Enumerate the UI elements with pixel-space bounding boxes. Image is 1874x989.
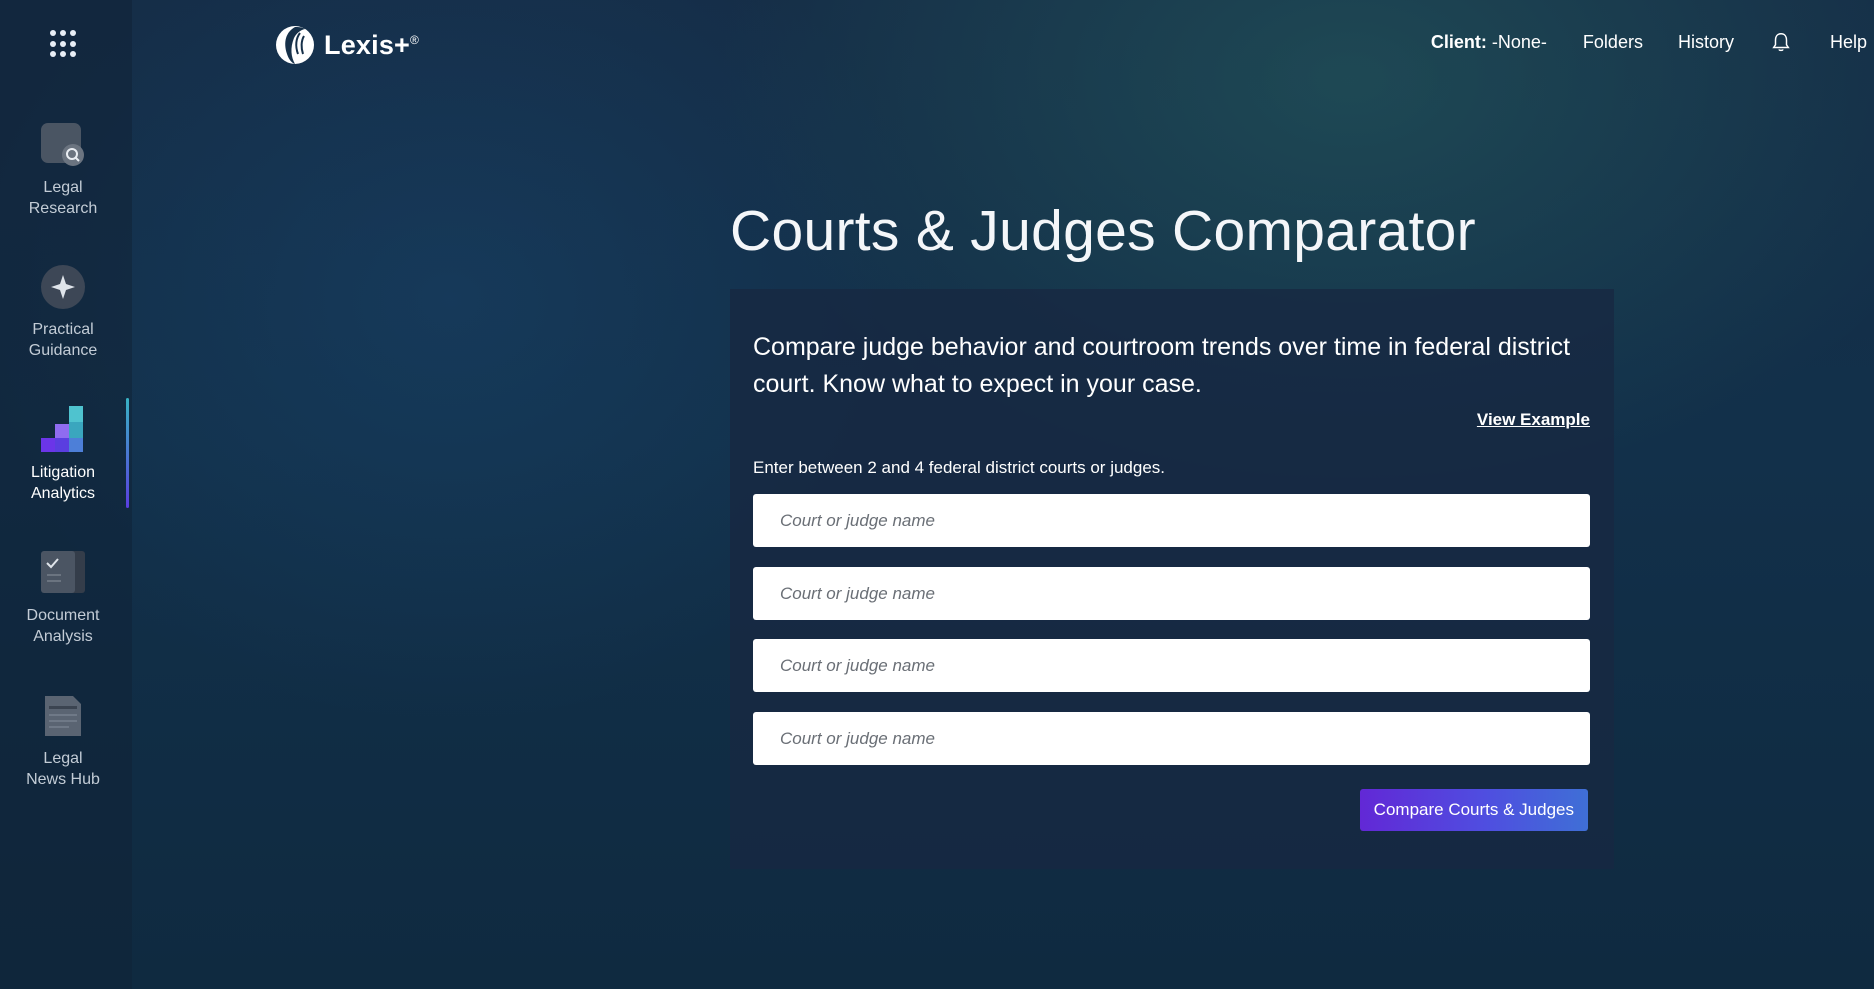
sidebar-item-label: Research xyxy=(28,200,98,217)
sidebar-item-label: News Hub xyxy=(26,771,100,788)
sidebar-item-label: Litigation xyxy=(30,464,96,481)
lexis-logo-icon xyxy=(276,26,314,64)
sidebar-item-label: Document xyxy=(26,607,100,624)
history-link[interactable]: History xyxy=(1678,32,1734,53)
view-example-link[interactable]: View Example xyxy=(1477,410,1590,430)
sidebar-item-label: Analytics xyxy=(30,485,96,502)
card-description: Compare judge behavior and courtroom tre… xyxy=(753,333,1571,398)
help-link[interactable]: Help xyxy=(1830,32,1867,53)
compass-icon xyxy=(39,263,87,311)
sidebar-item-label: Legal xyxy=(43,179,83,196)
apps-grid-icon[interactable] xyxy=(50,30,78,58)
court-judge-input-1[interactable] xyxy=(753,494,1590,547)
sidebar-item-label: Analysis xyxy=(33,628,93,645)
court-judge-input-4[interactable] xyxy=(753,712,1590,765)
bar-chart-icon xyxy=(39,406,87,454)
court-judge-input-2[interactable] xyxy=(753,567,1590,620)
client-label: Client: xyxy=(1430,31,1487,52)
compare-courts-judges-button[interactable]: Compare Courts & Judges xyxy=(1359,789,1588,831)
lexis-logo[interactable]: Lexis+® xyxy=(274,24,419,66)
sidebar-item-label: Legal xyxy=(43,750,83,767)
client-selector[interactable]: Client: -None- xyxy=(1431,32,1547,53)
document-check-icon xyxy=(39,549,87,597)
bell-icon[interactable] xyxy=(1770,31,1792,53)
sidebar-item-litigation-analytics[interactable]: Litigation Analytics xyxy=(0,406,126,504)
court-judge-input-3[interactable] xyxy=(753,639,1590,692)
page-title: Courts & Judges Comparator xyxy=(730,199,1476,263)
sidebar-item-label: Practical xyxy=(32,321,94,338)
comparator-card: Compare judge behavior and courtroom tre… xyxy=(730,289,1614,869)
sidebar: Legal Research Practical Guidance Litiga… xyxy=(0,0,132,989)
sidebar-item-practical-guidance[interactable]: Practical Guidance xyxy=(0,263,126,361)
sidebar-item-legal-news-hub[interactable]: Legal News Hub xyxy=(0,692,126,790)
folders-link[interactable]: Folders xyxy=(1583,32,1643,53)
instructions-text: Enter between 2 and 4 federal district c… xyxy=(753,458,1166,477)
sidebar-item-legal-research[interactable]: Legal Research xyxy=(0,121,126,219)
sidebar-item-document-analysis[interactable]: Document Analysis xyxy=(0,549,126,647)
newspaper-icon xyxy=(39,692,87,740)
app-name: Lexis+® xyxy=(324,29,420,60)
top-nav: Client: -None- Folders History Help xyxy=(1431,31,1867,53)
sidebar-item-label: Guidance xyxy=(28,342,98,359)
legal-research-icon xyxy=(39,121,87,169)
active-indicator xyxy=(126,398,129,508)
client-value: -None- xyxy=(1486,31,1547,52)
